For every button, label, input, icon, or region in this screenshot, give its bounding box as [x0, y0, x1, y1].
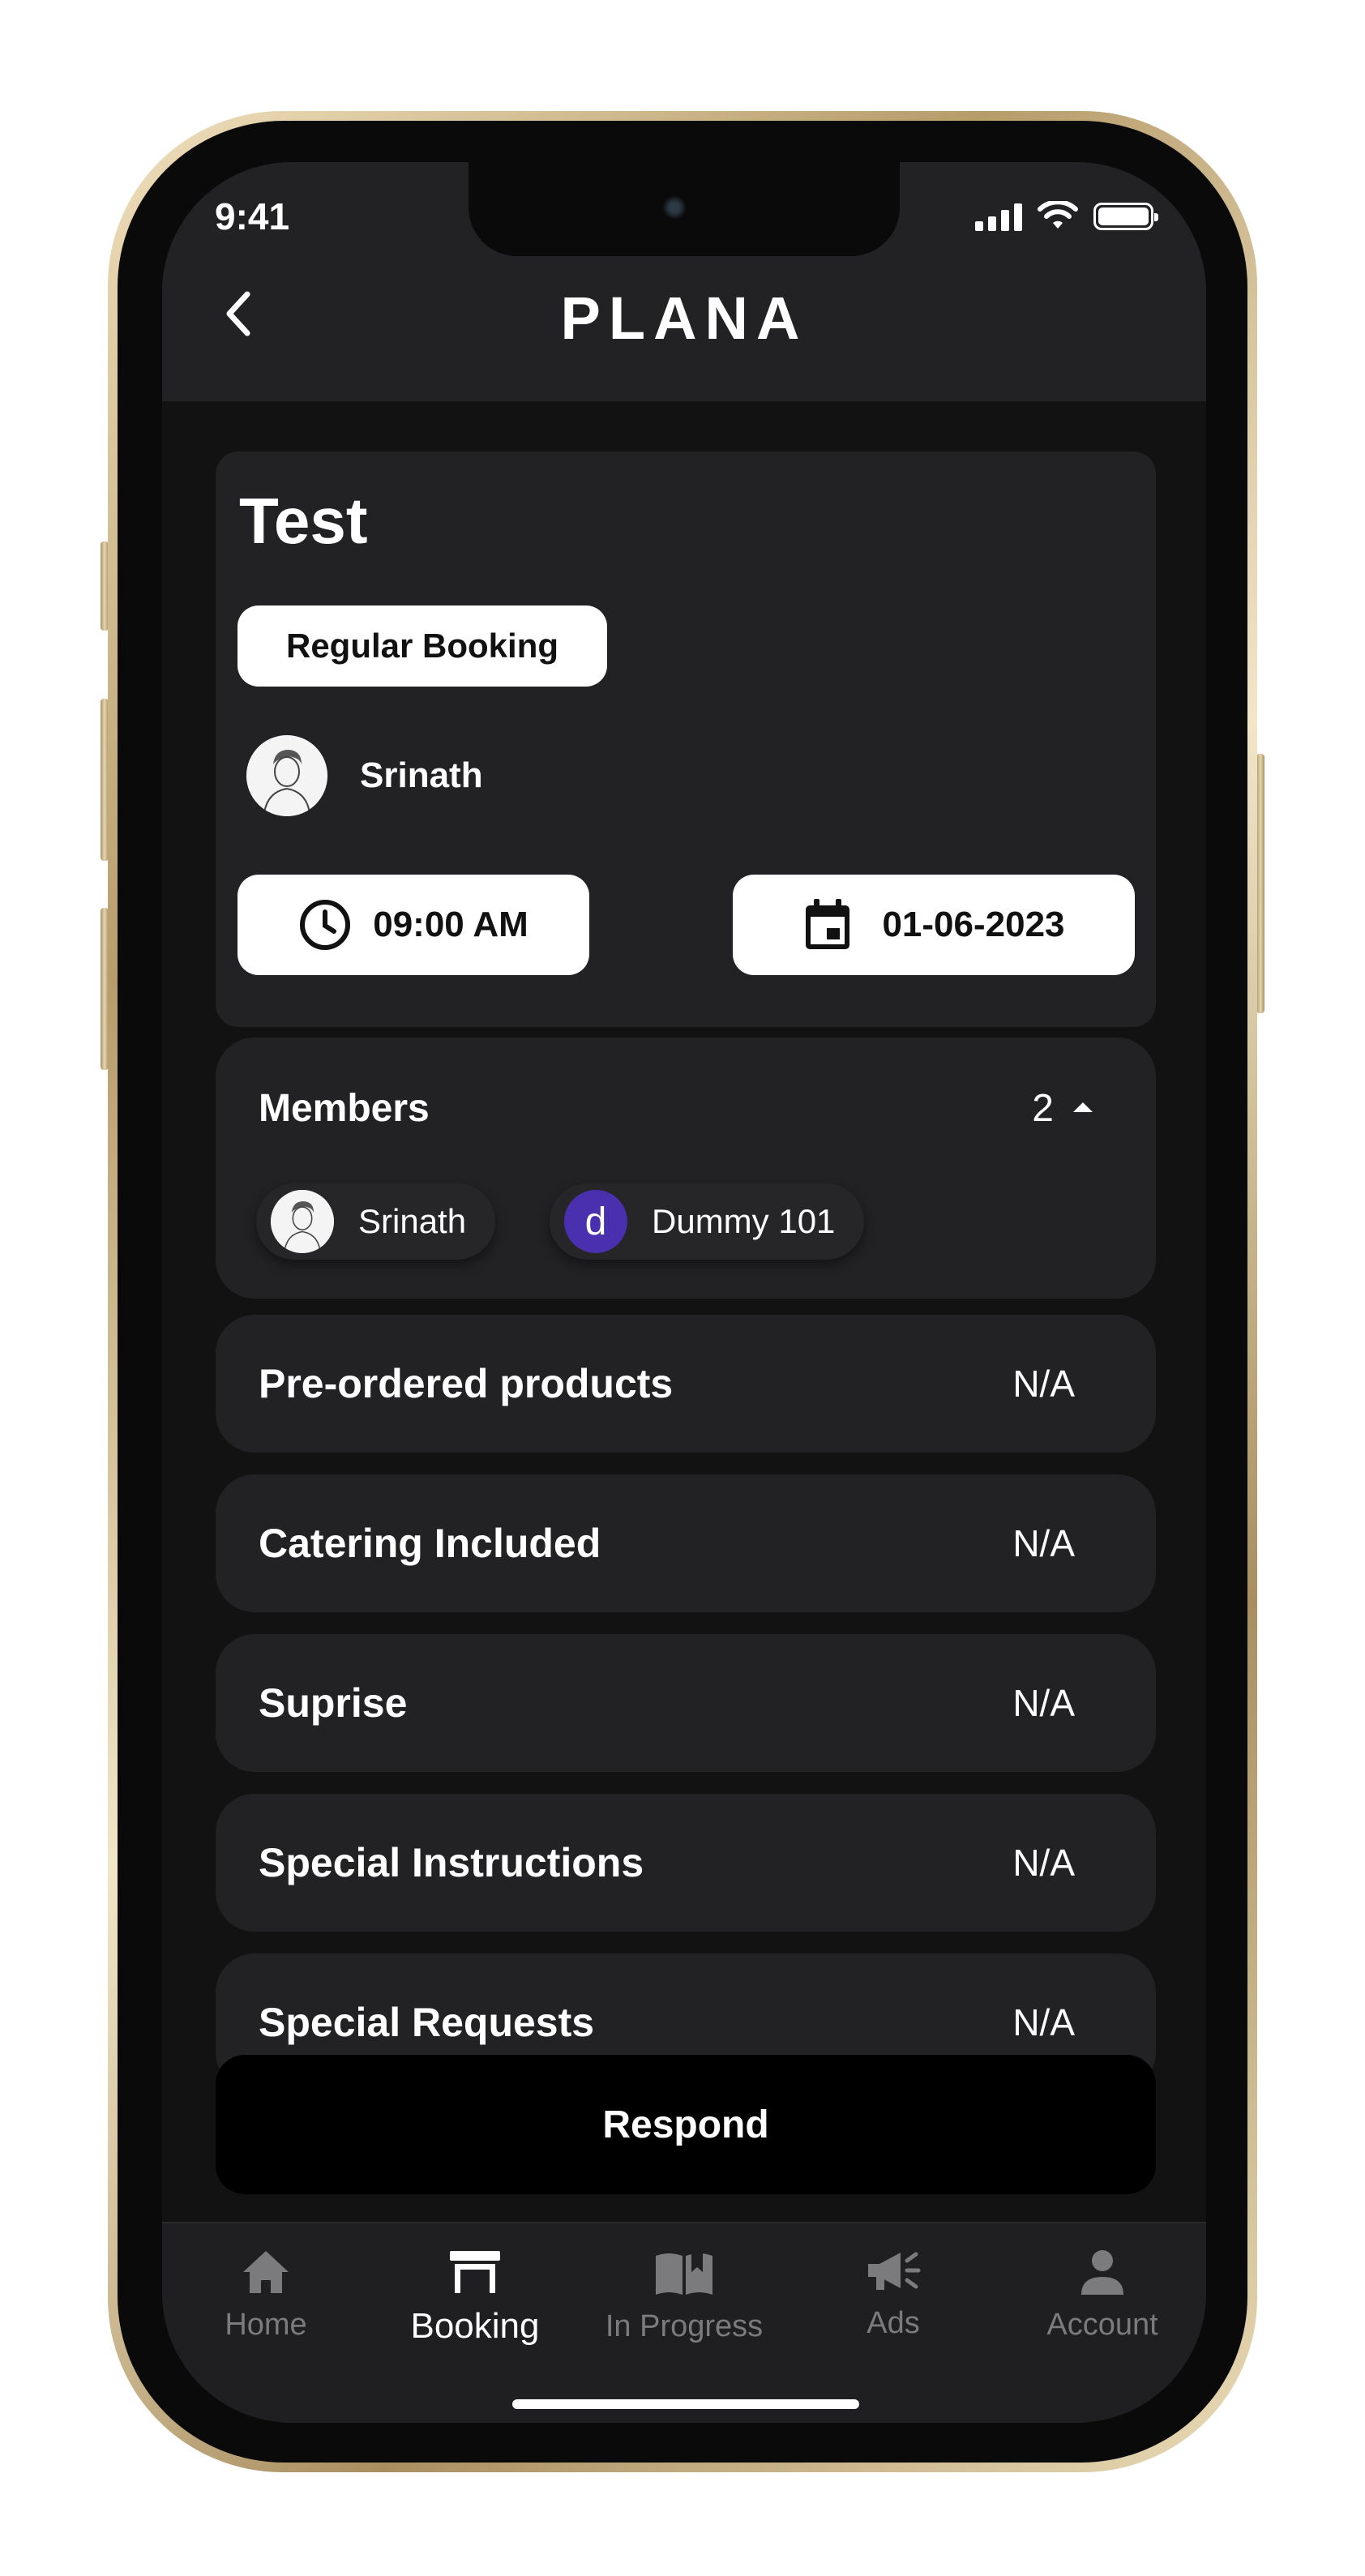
status-time: 9:41	[215, 195, 290, 237]
detail-row-suprise[interactable]: Suprise N/A	[216, 1634, 1156, 1772]
member-name: Srinath	[358, 1202, 467, 1240]
detail-row-special-instructions[interactable]: Special Instructions N/A	[216, 1794, 1156, 1932]
tab-label: In Progress	[605, 2309, 764, 2343]
tab-label: Booking	[410, 2306, 540, 2346]
tab-label: Account	[1046, 2308, 1158, 2342]
tab-in-progress[interactable]: In Progress	[587, 2248, 781, 2344]
detail-value: N/A	[1012, 1363, 1075, 1405]
power-button	[1256, 754, 1264, 1013]
caret-up-icon[interactable]	[1073, 1102, 1093, 1112]
tab-ads[interactable]: Ads	[796, 2248, 991, 2341]
person-icon	[1081, 2250, 1123, 2295]
calendar-icon	[806, 899, 850, 949]
home-indicator[interactable]	[512, 2399, 859, 2409]
detail-value: N/A	[1012, 1842, 1075, 1884]
book-icon	[656, 2251, 712, 2295]
app-logo: PLANA	[560, 285, 808, 352]
detail-label: Special Instructions	[259, 1840, 644, 1885]
tab-label: Home	[225, 2308, 307, 2342]
members-title: Members	[259, 1087, 430, 1130]
booking-title: Test	[239, 485, 368, 557]
bottom-tab-bar: Home Booking In Progress Ads Account	[162, 2222, 1206, 2423]
respond-button[interactable]: Respond	[216, 2055, 1156, 2194]
person-sketch-icon	[271, 1190, 334, 1253]
booking-summary-card: Test Regular Booking Srinath 09:00 AM 01…	[216, 451, 1156, 1027]
detail-row-catering-included[interactable]: Catering Included N/A	[216, 1474, 1156, 1612]
detail-row-pre-ordered-products[interactable]: Pre-ordered products N/A	[216, 1315, 1156, 1453]
tab-home[interactable]: Home	[169, 2248, 363, 2343]
member-chip[interactable]: d Dummy 101	[550, 1183, 865, 1260]
members-card: Members 2 Srinath d Dummy 101	[216, 1038, 1156, 1299]
avatar	[271, 1190, 334, 1253]
booking-date-chip: 01-06-2023	[733, 875, 1135, 975]
battery-icon	[1093, 203, 1158, 230]
app-screen: 9:41 PLANA Test Regular Booking Srinath …	[162, 162, 1206, 2423]
members-count: 2	[1032, 1087, 1054, 1130]
booking-details-scroll[interactable]: Test Regular Booking Srinath 09:00 AM 01…	[162, 401, 1206, 2202]
person-sketch-icon	[246, 735, 327, 816]
megaphone-icon	[868, 2252, 921, 2290]
detail-label: Suprise	[259, 1680, 408, 1726]
detail-value: N/A	[1012, 1522, 1075, 1564]
table-icon	[450, 2251, 500, 2293]
status-icons	[975, 201, 1158, 232]
detail-label: Pre-ordered products	[259, 1361, 674, 1406]
booking-type-badge: Regular Booking	[237, 605, 607, 687]
avatar	[246, 735, 327, 816]
front-camera	[663, 196, 686, 219]
avatar-initial: d	[564, 1190, 627, 1253]
booking-date: 01-06-2023	[882, 905, 1065, 944]
tab-account[interactable]: Account	[1005, 2248, 1200, 2343]
tab-label: Ads	[866, 2306, 920, 2340]
member-chip[interactable]: Srinath	[256, 1183, 496, 1260]
detail-value: N/A	[1012, 1682, 1075, 1724]
detail-label: Catering Included	[259, 1521, 601, 1566]
member-name: Dummy 101	[652, 1202, 836, 1240]
notch	[469, 162, 900, 256]
wifi-icon	[1038, 201, 1078, 229]
clock-icon	[300, 900, 351, 950]
host-row: Srinath	[246, 735, 483, 816]
booking-time: 09:00 AM	[373, 905, 528, 944]
home-icon	[243, 2251, 289, 2293]
tab-booking[interactable]: Booking	[378, 2248, 572, 2347]
cellular-signal-icon	[975, 202, 1022, 231]
host-name: Srinath	[360, 755, 483, 795]
booking-time-chip: 09:00 AM	[237, 875, 589, 975]
